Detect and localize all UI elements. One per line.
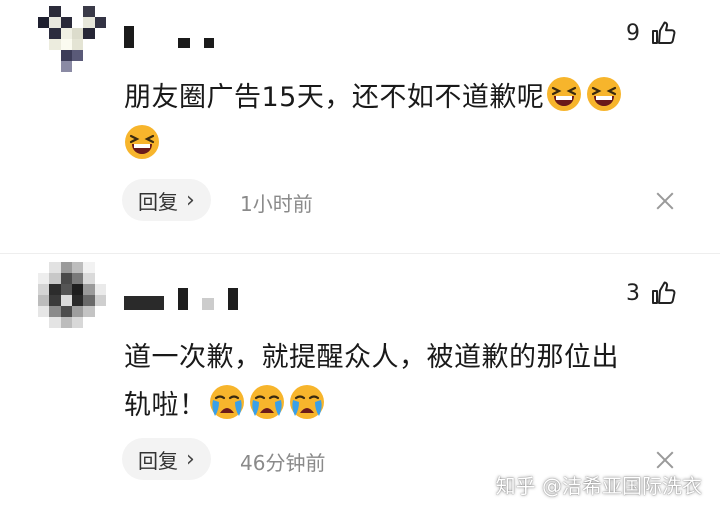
chevron-right-icon: › <box>186 187 195 213</box>
close-icon[interactable] <box>656 451 674 469</box>
laughing-face-icon <box>587 77 622 111</box>
like-count: 3 <box>626 280 640 306</box>
thumbs-up-icon <box>652 281 676 304</box>
thumbs-up-icon <box>652 21 676 44</box>
comment-text: 道一次歉，就提醒众人，被道歉的那位出 轨啦！ <box>124 334 699 430</box>
laughing-face-icon <box>125 125 159 159</box>
reply-label: 回复 <box>138 448 178 473</box>
reply-button[interactable]: 回复 › <box>122 438 211 480</box>
crying-face-icon <box>209 385 244 419</box>
username-redacted[interactable] <box>124 26 214 48</box>
comment-text: 朋友圈广告15天，还不如不道歉呢 <box>124 74 699 170</box>
comment-text-line: 道一次歉，就提醒众人，被道歉的那位出 <box>124 342 619 373</box>
reply-button[interactable]: 回复 › <box>122 179 211 221</box>
laughing-face-icon <box>547 77 582 111</box>
watermark: 知乎 @洁希亚国际洗衣 <box>495 474 702 498</box>
comment-time: 1小时前 <box>240 192 313 216</box>
like-count: 9 <box>626 20 640 46</box>
comment-time: 46分钟前 <box>240 451 326 475</box>
avatar[interactable] <box>38 6 106 72</box>
username-redacted[interactable] <box>124 288 238 310</box>
divider <box>0 253 720 254</box>
chevron-right-icon: › <box>186 446 195 472</box>
crying-face-icon <box>249 385 284 419</box>
crying-face-icon <box>289 385 324 419</box>
like-control[interactable]: 9 <box>626 20 676 46</box>
close-icon[interactable] <box>656 192 674 210</box>
comment-text-line: 朋友圈广告15天，还不如不道歉呢 <box>124 82 545 113</box>
avatar[interactable] <box>38 262 106 328</box>
like-control[interactable]: 3 <box>626 280 676 306</box>
reply-label: 回复 <box>138 189 178 214</box>
comment-text-line: 轨啦！ <box>124 390 207 421</box>
